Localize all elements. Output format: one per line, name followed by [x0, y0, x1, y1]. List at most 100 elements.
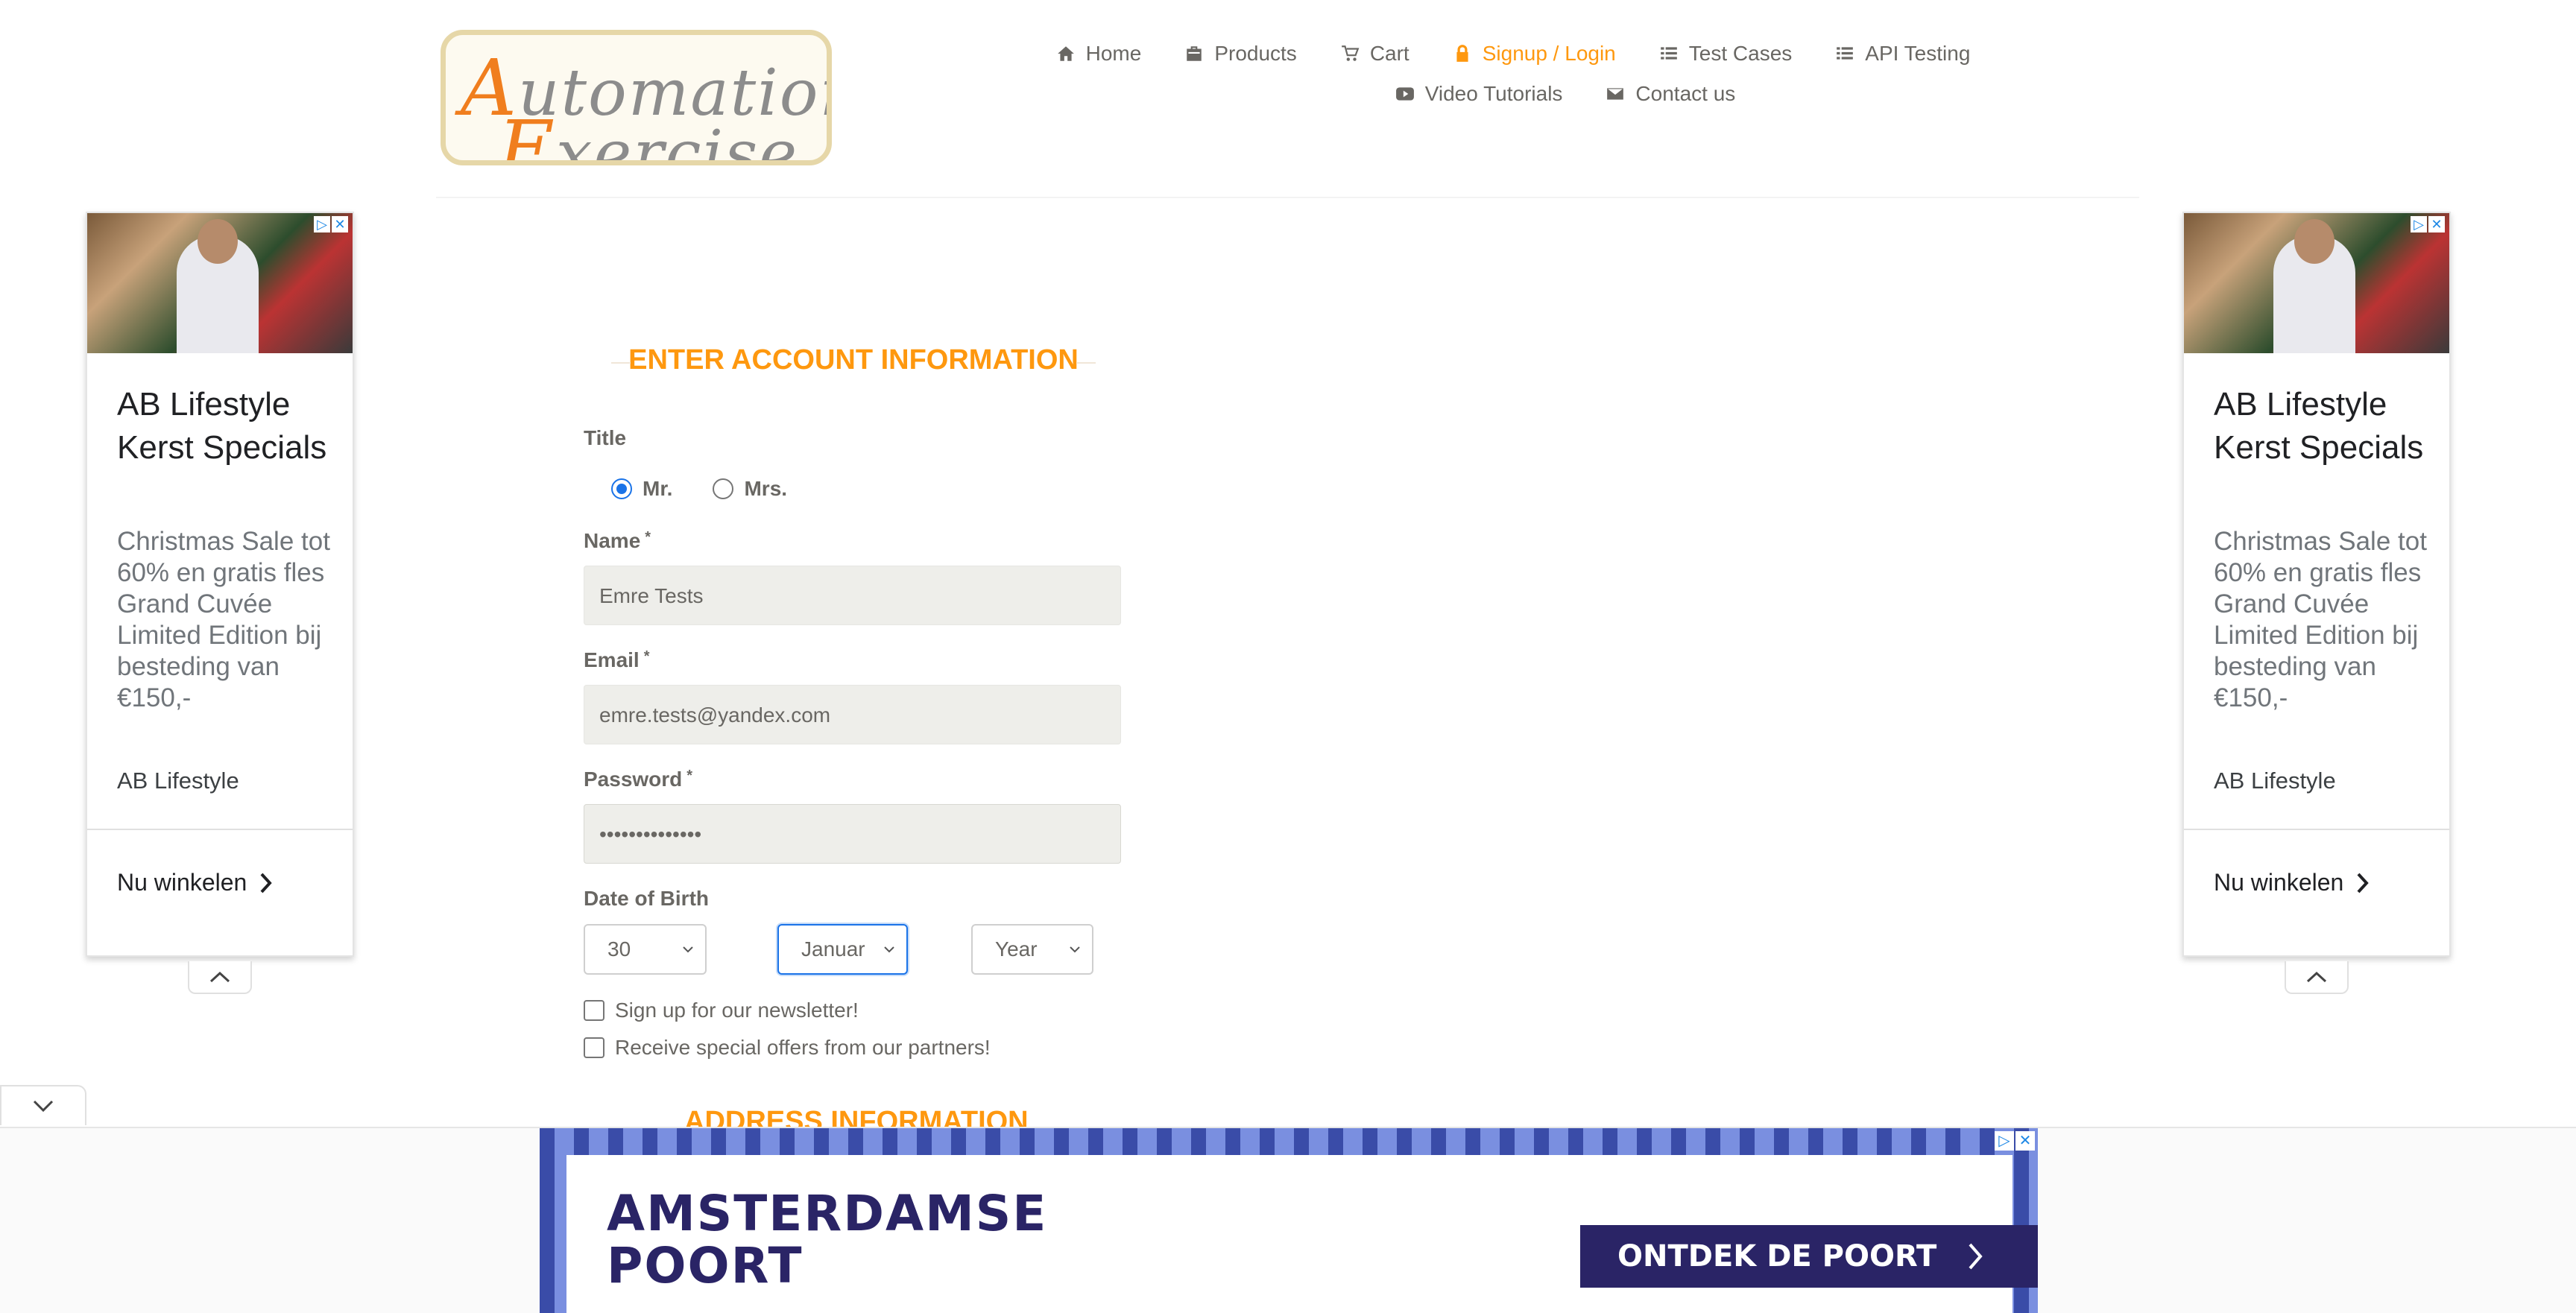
adchoices-icon[interactable]: ▷	[2411, 216, 2427, 232]
password-label: Password *	[584, 768, 692, 791]
newsletter-label: Sign up for our newsletter!	[615, 999, 859, 1022]
ad-separator	[87, 829, 353, 830]
header-divider	[436, 197, 2139, 198]
name-label-text: Name	[584, 529, 641, 552]
lock-icon	[1456, 45, 1468, 62]
ad-image[interactable]: ▷ ✕	[2184, 213, 2449, 353]
banner-cta-label: ONTDEK DE POORT	[1617, 1239, 1937, 1274]
list-icon	[1660, 47, 1677, 60]
nav-cart[interactable]: Cart	[1340, 42, 1409, 66]
dob-day-select[interactable]: 30	[584, 924, 707, 975]
envelope-icon	[1607, 88, 1624, 100]
ad-cta-button[interactable]: Nu winkelen	[2214, 869, 2370, 896]
chevron-right-icon	[260, 873, 273, 893]
main-nav: Home Products Cart Signup / Login Test C…	[1044, 42, 1983, 122]
nav-cart-label: Cart	[1369, 42, 1409, 65]
ad-description: Christmas Sale tot 60% en gratis fles Gr…	[117, 527, 330, 712]
side-ad-right[interactable]: ▷ ✕ AB Lifestyle Kerst Specials Christma…	[2182, 212, 2451, 957]
nav-signup-login-label: Signup / Login	[1482, 42, 1616, 65]
close-icon[interactable]: ✕	[332, 216, 348, 232]
dob-day-value: 30	[607, 937, 631, 961]
bottom-ad-banner[interactable]: AMSTERDAMSE POORT ONTDEK DE POORT ▷ ✕	[540, 1128, 2038, 1313]
title-option-mr-label: Mr.	[643, 477, 673, 500]
required-mark: *	[643, 648, 650, 665]
password-field[interactable]: ••••••••••••••	[584, 804, 1121, 864]
nav-signup-login[interactable]: Signup / Login	[1453, 42, 1616, 66]
close-icon[interactable]: ✕	[2015, 1131, 2035, 1151]
email-label: Email *	[584, 648, 650, 672]
banner-cta-button[interactable]: ONTDEK DE POORT	[1580, 1225, 2038, 1288]
title-label: Title	[584, 426, 627, 449]
ad-cta-label: Nu winkelen	[117, 869, 247, 896]
home-icon	[1057, 46, 1074, 61]
radio-button-mr[interactable]	[611, 478, 632, 499]
dob-year-value: Year	[995, 937, 1038, 961]
dob-year-select[interactable]: Year	[971, 924, 1093, 975]
radio-button-mrs[interactable]	[713, 478, 734, 499]
banner-brand-line1: AMSTERDAMSE	[607, 1185, 1048, 1242]
ad-cta-label: Nu winkelen	[2214, 869, 2344, 896]
chevron-down-icon	[1070, 946, 1080, 953]
chevron-right-icon	[2357, 873, 2370, 893]
side-ad-left[interactable]: ▷ ✕ AB Lifestyle Kerst Specials Christma…	[86, 212, 354, 957]
ad-title[interactable]: AB Lifestyle Kerst Specials	[2214, 383, 2430, 469]
nav-video-tutorials[interactable]: Video Tutorials	[1395, 82, 1563, 106]
nav-test-cases[interactable]: Test Cases	[1659, 42, 1792, 66]
ad-controls: ▷ ✕	[2411, 216, 2446, 234]
required-mark: *	[645, 529, 651, 545]
nav-home[interactable]: Home	[1056, 42, 1142, 66]
close-icon[interactable]: ✕	[2428, 216, 2445, 232]
nav-api-testing-label: API Testing	[1865, 42, 1971, 65]
adchoices-icon[interactable]: ▷	[1995, 1131, 2014, 1151]
nav-products-label: Products	[1214, 42, 1297, 65]
nav-video-tutorials-label: Video Tutorials	[1424, 82, 1563, 105]
chevron-up-icon	[2306, 971, 2327, 983]
ad-collapse-tab-right[interactable]	[2285, 961, 2349, 994]
banner-brand-line2: POORT	[607, 1237, 804, 1294]
offers-label: Receive special offers from our partners…	[615, 1036, 991, 1059]
dob-month-value: Januar	[801, 937, 865, 961]
logo-line2-rest: xercise	[555, 117, 799, 165]
bottom-ad-collapse-tab[interactable]	[0, 1085, 86, 1125]
ad-controls: ▷ ✕	[314, 216, 350, 234]
chevron-down-icon	[683, 946, 693, 953]
title-radio-mr[interactable]: Mr.	[611, 477, 672, 501]
ad-image-head	[2294, 219, 2334, 264]
newsletter-checkbox[interactable]	[584, 1000, 604, 1021]
site-logo[interactable]: Automation Exercise	[441, 30, 832, 165]
banner-brand: AMSTERDAMSE POORT	[607, 1188, 1047, 1292]
products-icon	[1187, 46, 1202, 61]
ad-image-head	[198, 219, 238, 264]
ad-brand: AB Lifestyle	[117, 768, 239, 794]
nav-contact-us[interactable]: Contact us	[1606, 82, 1735, 106]
chevron-up-icon	[209, 971, 230, 983]
nav-products[interactable]: Products	[1184, 42, 1297, 66]
nav-contact-us-label: Contact us	[1635, 82, 1736, 105]
banner-controls: ▷ ✕	[1995, 1131, 2035, 1151]
name-label: Name *	[584, 529, 651, 553]
adchoices-icon[interactable]: ▷	[314, 216, 330, 232]
ad-cta-button[interactable]: Nu winkelen	[117, 869, 274, 896]
title-radio-mrs[interactable]: Mrs.	[713, 477, 787, 501]
newsletter-checkbox-row[interactable]: Sign up for our newsletter!	[584, 999, 859, 1022]
ad-separator	[2184, 829, 2449, 830]
email-field[interactable]: emre.tests@yandex.com	[584, 685, 1121, 744]
nav-api-testing[interactable]: API Testing	[1835, 42, 1970, 66]
nav-home-label: Home	[1085, 42, 1142, 65]
dob-month-select[interactable]: Januar	[777, 924, 908, 975]
chevron-down-icon	[884, 946, 894, 953]
dob-label: Date of Birth	[584, 887, 709, 910]
title-radio-group: Mr. Mrs.	[611, 477, 787, 501]
ad-title[interactable]: AB Lifestyle Kerst Specials	[117, 383, 333, 469]
title-option-mrs-label: Mrs.	[744, 477, 788, 500]
chevron-right-icon	[1969, 1243, 1983, 1270]
name-field[interactable]: Emre Tests	[584, 566, 1121, 625]
cart-icon	[1341, 45, 1360, 61]
offers-checkbox[interactable]	[584, 1037, 604, 1058]
email-label-text: Email	[584, 648, 640, 671]
ad-brand: AB Lifestyle	[2214, 768, 2336, 794]
offers-checkbox-row[interactable]: Receive special offers from our partners…	[584, 1036, 991, 1060]
ad-collapse-tab-left[interactable]	[188, 961, 252, 994]
ad-description: Christmas Sale tot 60% en gratis fles Gr…	[2214, 527, 2427, 712]
ad-image[interactable]: ▷ ✕	[87, 213, 353, 353]
